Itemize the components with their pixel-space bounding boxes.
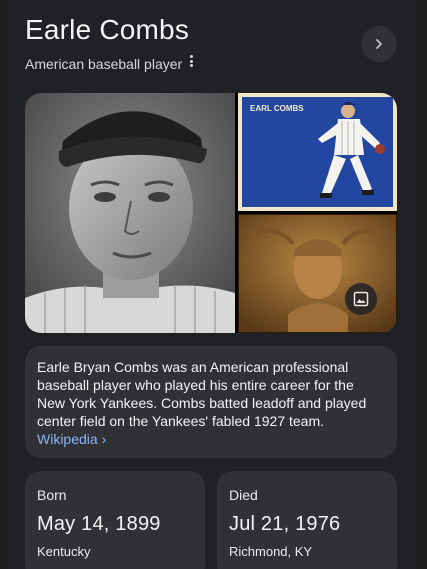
plaque-image[interactable] — [238, 214, 397, 333]
fact-card-born: Born May 14, 1899 Kentucky — [25, 471, 205, 569]
wikipedia-link[interactable]: Wikipedia › — [37, 430, 106, 448]
description-text: Earle Bryan Combs was an American profes… — [37, 359, 367, 429]
image-gallery: EARL COMBS — [25, 93, 397, 333]
page-title: Earle Combs — [25, 14, 190, 45]
fact-card-died: Died Jul 21, 1976 Richmond, KY — [217, 471, 397, 569]
fact-date: Jul 21, 1976 — [229, 513, 341, 535]
baseball-card-image[interactable]: EARL COMBS — [238, 93, 397, 211]
next-button[interactable] — [361, 26, 397, 62]
page-subtitle: American baseball player — [25, 56, 183, 72]
image-icon — [353, 291, 369, 307]
chevron-right-icon — [376, 39, 382, 49]
portrait-image[interactable] — [25, 93, 235, 333]
fact-label: Died — [229, 487, 258, 503]
view-images-button[interactable] — [345, 283, 377, 315]
fact-label: Born — [37, 487, 67, 503]
description-card: Earle Bryan Combs was an American profes… — [25, 346, 397, 458]
more-vertical-icon[interactable] — [186, 53, 196, 69]
card-caption: EARL COMBS — [250, 104, 304, 113]
fact-date: May 14, 1899 — [37, 513, 161, 535]
fact-place[interactable]: Kentucky — [37, 544, 193, 559]
fact-place[interactable]: Richmond, KY — [229, 544, 385, 559]
